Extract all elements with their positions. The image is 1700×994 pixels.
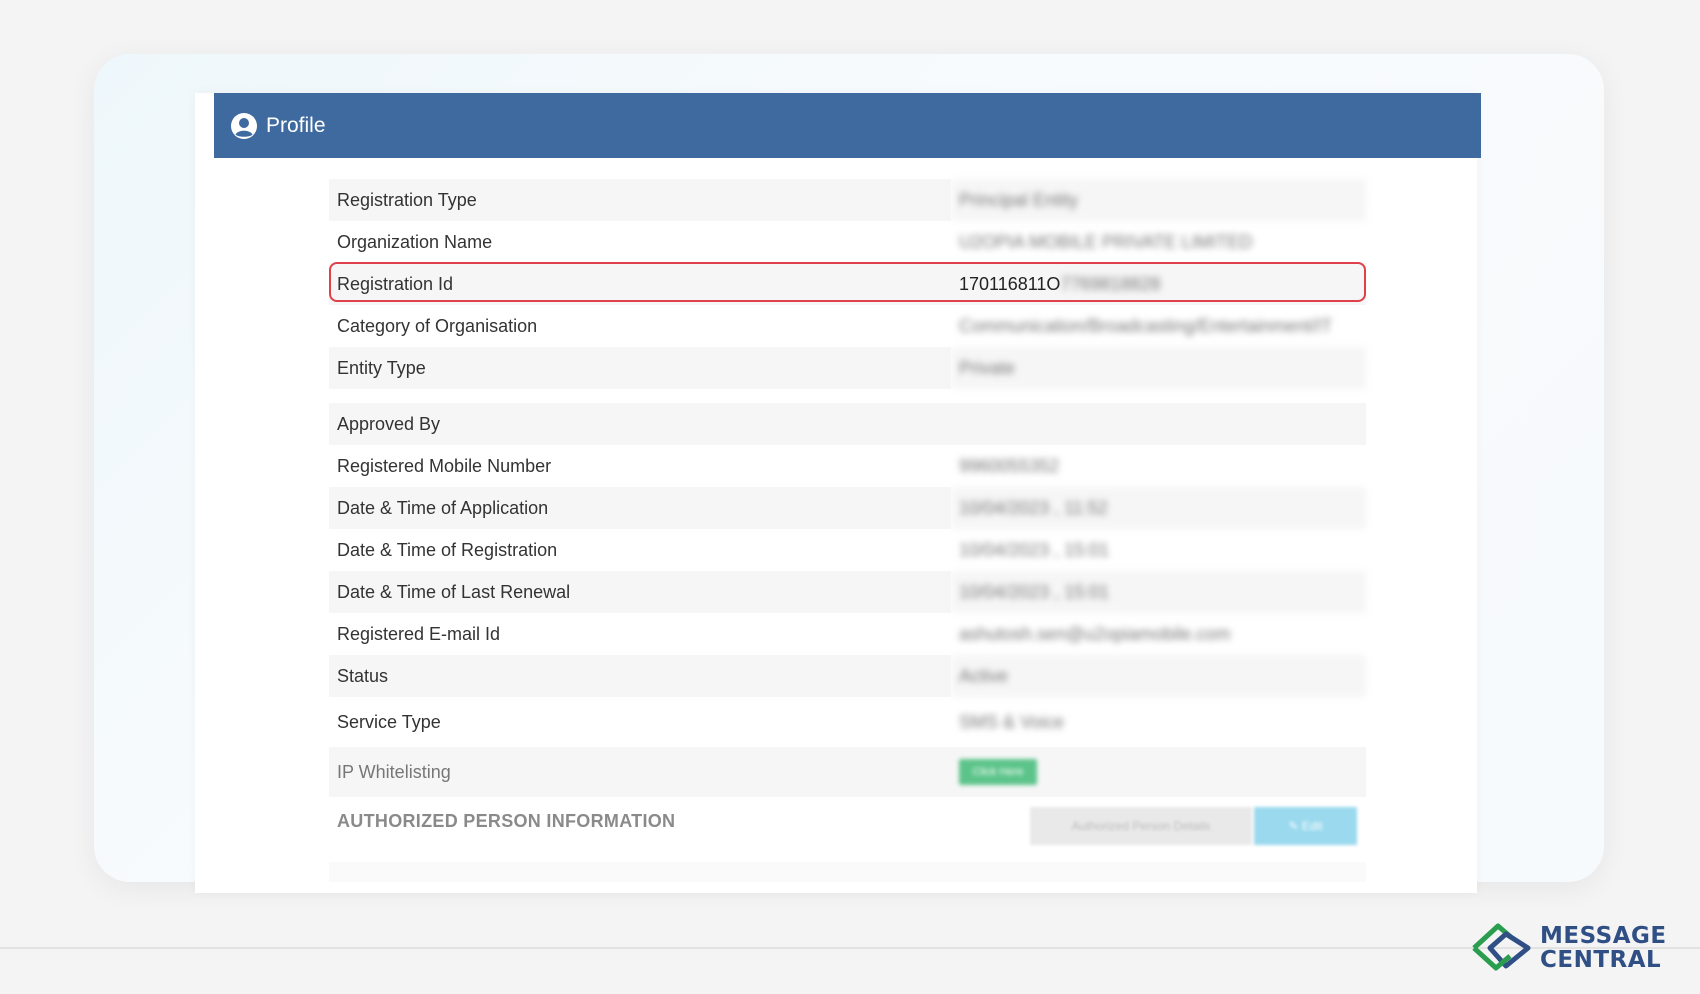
row-label: Category of Organisation — [337, 315, 538, 336]
table-row-registration-id: Registration Id 170116811O7769818828 — [329, 263, 1366, 305]
authorized-person-details-button[interactable]: Authorized Person Details — [1030, 807, 1252, 845]
table-row: IP Whitelisting Click Here — [329, 747, 1366, 797]
table-row: Service Type SMS & Voice — [329, 697, 1366, 747]
footer-divider — [0, 947, 1700, 949]
row-value: U2OPIA MOBILE PRIVATE LIMITED — [959, 231, 1253, 252]
table-row: Approved By — [329, 403, 1366, 445]
message-central-logo-icon — [1472, 923, 1531, 971]
table-row: Date & Time of Application 10/04/2023 , … — [329, 487, 1366, 529]
row-label: IP Whitelisting — [329, 747, 951, 797]
ip-whitelisting-cell: Click Here — [951, 747, 1366, 797]
brand-logo: MESSAGE CENTRAL — [1468, 922, 1667, 974]
row-value: Private — [951, 347, 1366, 389]
row-label: Date & Time of Last Renewal — [329, 571, 951, 613]
table-row: Registered E-mail Id ashutosh.sen@u2opia… — [329, 613, 1366, 655]
page-title: Profile — [266, 113, 326, 137]
row-label: Registered Mobile Number — [337, 455, 552, 476]
edit-button[interactable]: ✎ Edit — [1254, 807, 1357, 845]
profile-header: Profile — [214, 93, 1481, 158]
row-label: Approved By — [329, 403, 951, 445]
authorized-person-section: AUTHORIZED PERSON INFORMATION Authorized… — [329, 800, 1366, 845]
row-label: Service Type — [337, 711, 441, 732]
table-row: Date & Time of Registration 10/04/2023 ,… — [329, 529, 1366, 571]
table-row: Status Active — [329, 655, 1366, 697]
faded-row — [329, 862, 1366, 882]
row-label: Registration Id — [329, 263, 951, 305]
row-label: Organization Name — [337, 231, 493, 252]
click-here-button[interactable]: Click Here — [959, 759, 1037, 785]
row-label: Registration Type — [329, 179, 951, 221]
user-circle-icon — [230, 112, 258, 140]
row-label: Status — [329, 655, 951, 697]
section-title: AUTHORIZED PERSON INFORMATION — [337, 810, 676, 831]
table-row: Organization Name U2OPIA MOBILE PRIVATE … — [329, 221, 1366, 263]
row-label: Date & Time of Registration — [337, 539, 558, 560]
registration-id-value: 170116811O7769818828 — [951, 263, 1366, 305]
registration-id-visible: 170116811O — [959, 273, 1061, 294]
table-row: Registration Type Principal Entity — [329, 179, 1366, 221]
brand-name: MESSAGE CENTRAL — [1540, 923, 1667, 973]
profile-table: Registration Type Principal Entity Organ… — [329, 179, 1366, 797]
table-row: Registered Mobile Number 9960055352 — [329, 445, 1366, 487]
row-value: ashutosh.sen@u2opiamobile.com — [959, 623, 1231, 644]
table-row: Entity Type Private — [329, 347, 1366, 389]
edit-icon: ✎ Edit — [1288, 819, 1323, 833]
row-value — [951, 403, 1366, 445]
row-value: 9960055352 — [959, 455, 1060, 476]
row-value: 10/04/2023 , 15:01 — [959, 539, 1110, 560]
row-value: 10/04/2023 , 15:01 — [951, 571, 1366, 613]
row-label: Registered E-mail Id — [337, 623, 501, 644]
row-value: 10/04/2023 , 11:52 — [951, 487, 1366, 529]
row-value: Active — [951, 655, 1366, 697]
row-label: Date & Time of Application — [329, 487, 951, 529]
table-row: Category of Organisation Communication/B… — [329, 305, 1366, 347]
row-label: Entity Type — [329, 347, 951, 389]
registration-id-hidden: 7769818828 — [1060, 273, 1161, 294]
row-value: SMS & Voice — [959, 711, 1065, 732]
row-spacer — [329, 389, 1366, 403]
row-value: Communication/Broadcasting/Entertainment… — [959, 315, 1333, 336]
table-row: Date & Time of Last Renewal 10/04/2023 ,… — [329, 571, 1366, 613]
row-value: Principal Entity — [951, 179, 1366, 221]
